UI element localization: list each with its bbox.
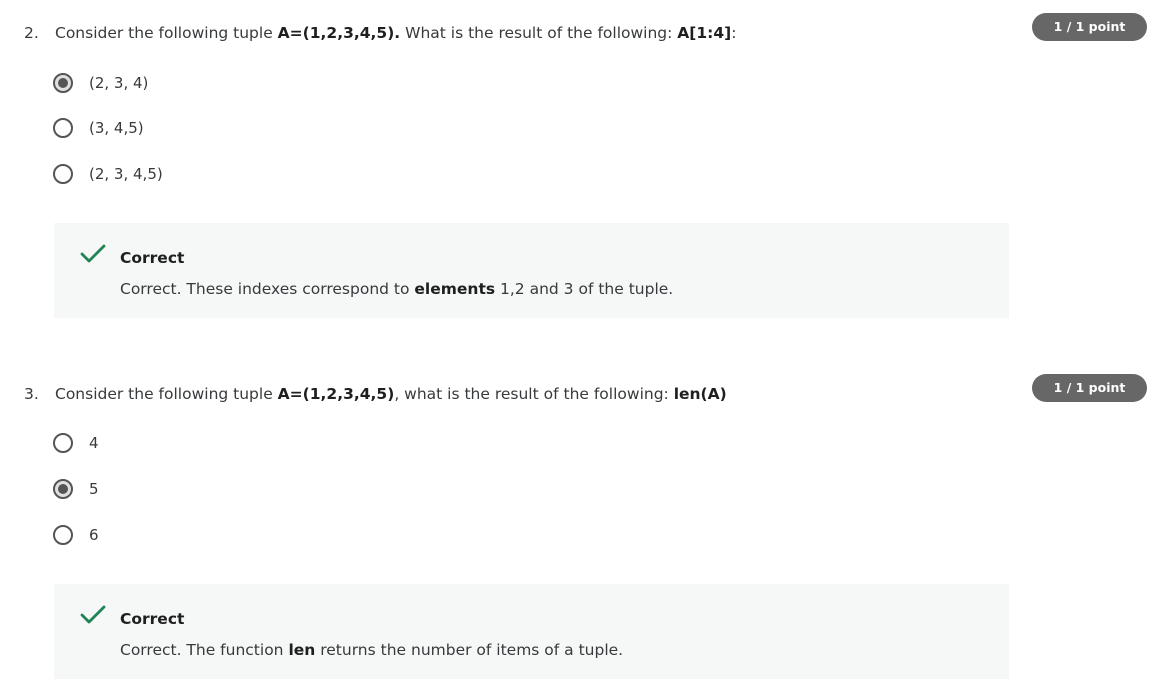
option-label: (2, 3, 4,5) xyxy=(89,165,163,183)
points-badge: 1 / 1 point xyxy=(1032,13,1147,41)
feedback-title: Correct xyxy=(120,249,185,267)
radio-button[interactable] xyxy=(53,433,73,453)
question-text: Consider the following tuple A=(1,2,3,4,… xyxy=(55,24,737,42)
feedback-title: Correct xyxy=(120,610,185,628)
question-number: 3. xyxy=(24,385,39,403)
check-icon xyxy=(80,605,106,624)
option-label: 6 xyxy=(89,526,99,544)
option-label: 5 xyxy=(89,480,99,498)
question-text: Consider the following tuple A=(1,2,3,4,… xyxy=(55,385,727,403)
radio-button[interactable] xyxy=(53,164,73,184)
check-icon xyxy=(80,244,106,263)
feedback-text: Correct. The function len returns the nu… xyxy=(120,641,624,659)
radio-button-selected[interactable] xyxy=(53,479,73,499)
feedback-text: Correct. These indexes correspond to ele… xyxy=(120,280,674,298)
radio-button[interactable] xyxy=(53,118,73,138)
feedback-panel: Correct Correct. The function len return… xyxy=(54,584,1009,679)
option-label: (2, 3, 4) xyxy=(89,74,149,92)
radio-button[interactable] xyxy=(53,525,73,545)
option-label: (3, 4,5) xyxy=(89,119,144,137)
question-number: 2. xyxy=(24,24,39,42)
points-badge: 1 / 1 point xyxy=(1032,374,1147,402)
radio-button-selected[interactable] xyxy=(53,73,73,93)
option-label: 4 xyxy=(89,434,99,452)
feedback-panel: Correct Correct. These indexes correspon… xyxy=(54,223,1009,318)
